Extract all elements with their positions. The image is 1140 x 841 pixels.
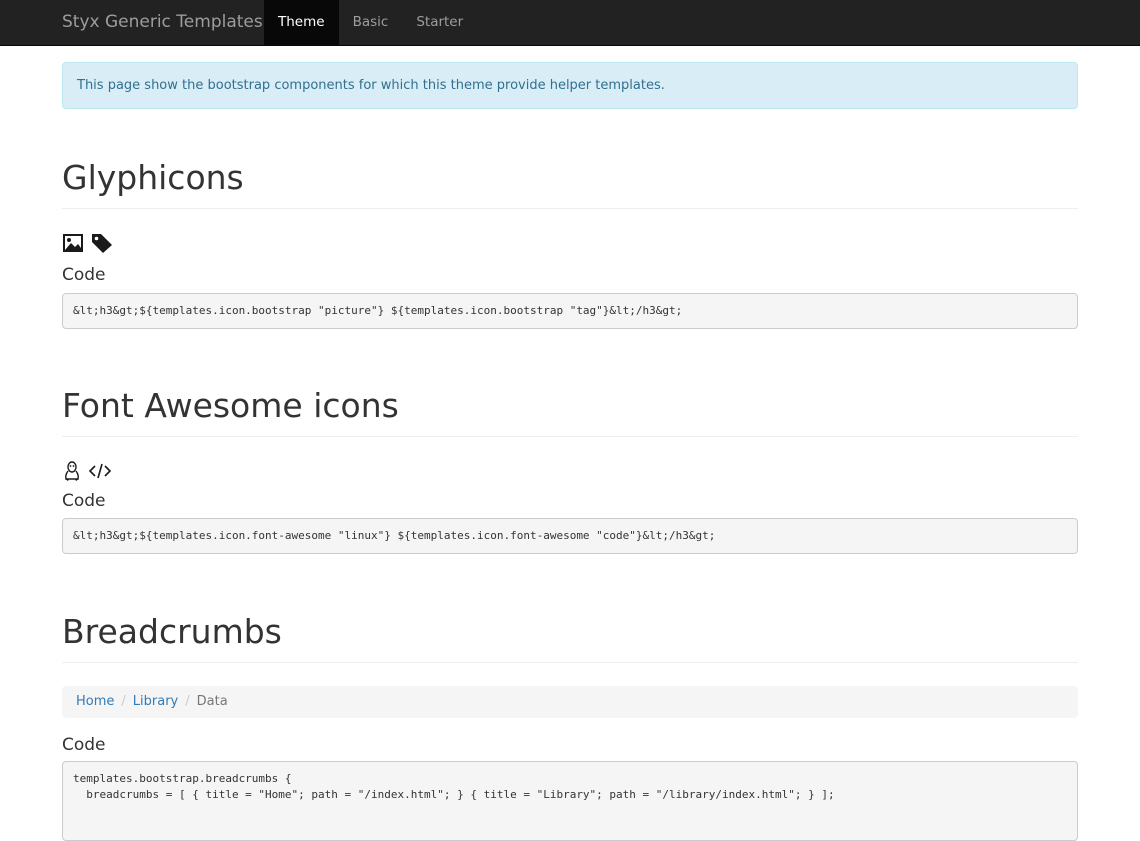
font-awesome-header: Font Awesome icons [62, 386, 1078, 437]
glyphicons-title: Glyphicons [62, 158, 244, 197]
nav-item-theme[interactable]: Theme [264, 0, 339, 45]
code-icon [88, 460, 112, 482]
linux-icon [62, 460, 82, 482]
breadcrumbs-header: Breadcrumbs [62, 612, 1078, 663]
info-alert: This page show the bootstrap components … [62, 62, 1078, 109]
picture-icon [62, 232, 84, 254]
font-awesome-code-block: &lt;h3&gt;${templates.icon.font-awesome … [62, 518, 1078, 554]
navbar-brand[interactable]: Styx Generic Templates [62, 0, 263, 45]
breadcrumbs-title: Breadcrumbs [62, 612, 282, 651]
code-line: templates.bootstrap.breadcrumbs { [73, 772, 292, 785]
font-awesome-code-label: Code [62, 491, 106, 511]
breadcrumbs-code-label: Code [62, 735, 106, 755]
breadcrumb-home[interactable]: Home [76, 694, 114, 709]
font-awesome-title: Font Awesome icons [62, 386, 399, 425]
glyphicons-code-block: &lt;h3&gt;${templates.icon.bootstrap "pi… [62, 293, 1078, 329]
top-navbar: Styx Generic Templates Theme Basic Start… [0, 0, 1140, 46]
breadcrumbs-code-block: templates.bootstrap.breadcrumbs { breadc… [62, 761, 1078, 841]
breadcrumb-separator: / [185, 694, 190, 709]
breadcrumb-library[interactable]: Library [133, 694, 178, 709]
font-awesome-icons [62, 460, 112, 482]
navbar-nav: Theme Basic Starter [264, 0, 477, 45]
breadcrumb: Home / Library / Data [62, 686, 1078, 718]
glyphicons-icons [62, 232, 114, 254]
tag-icon [90, 232, 114, 254]
nav-item-starter[interactable]: Starter [402, 0, 477, 45]
code-line: breadcrumbs = [ { title = "Home"; path =… [73, 788, 835, 801]
breadcrumb-data: Data [196, 694, 228, 709]
glyphicons-header: Glyphicons [62, 158, 1078, 209]
glyphicons-code-label: Code [62, 265, 106, 285]
nav-item-basic[interactable]: Basic [339, 0, 403, 45]
breadcrumb-separator: / [121, 694, 126, 709]
